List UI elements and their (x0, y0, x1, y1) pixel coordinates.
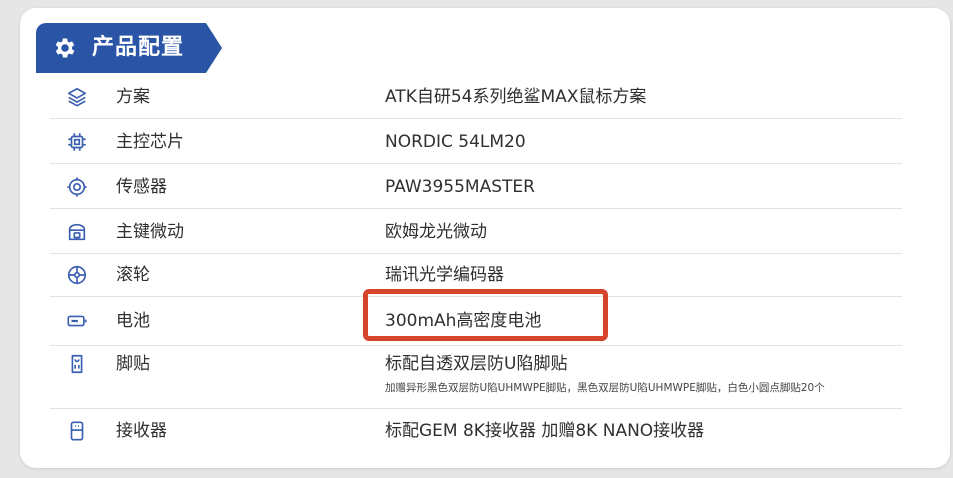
spec-value: NORDIC 54LM20 (385, 132, 526, 152)
spec-row-wheel: 滚轮 瑞讯光学编码器 (40, 264, 902, 286)
section-header-tab: 产品配置 (36, 23, 222, 73)
receiver-icon (70, 421, 84, 441)
row-divider (50, 118, 902, 119)
spec-value: 瑞讯光学编码器 (385, 265, 504, 285)
row-divider (50, 208, 902, 209)
spec-label: 主键微动 (116, 222, 184, 242)
spec-label: 方案 (116, 87, 150, 107)
spec-row-feet: 脚贴 标配自透双层防U陷脚贴 加赠异形黑色双层防U陷UHMWPE脚贴，黑色双层防… (40, 353, 902, 401)
battery-highlight-box (363, 289, 608, 341)
spec-value: ATK自研54系列绝鲨MAX鼠标方案 (385, 87, 647, 107)
spec-label: 传感器 (116, 177, 167, 197)
wheel-icon (67, 265, 87, 285)
sensor-icon (67, 177, 87, 197)
feet-icon (71, 354, 83, 374)
spec-row-sensor: 传感器 PAW3955MASTER (40, 176, 902, 198)
spec-label: 脚贴 (116, 354, 150, 374)
spec-row-chip: 主控芯片 NORDIC 54LM20 (40, 131, 902, 153)
row-divider (50, 163, 902, 164)
row-divider (50, 253, 902, 254)
spec-row-switch: 主键微动 欧姆龙光微动 (40, 221, 902, 243)
section-title: 产品配置 (92, 35, 185, 60)
spec-label: 滚轮 (116, 265, 150, 285)
spec-label: 电池 (116, 311, 150, 331)
gear-icon (55, 38, 75, 58)
spec-note: 加赠异形黑色双层防U陷UHMWPE脚贴，黑色双层防U陷UHMWPE脚贴，白色小圆… (385, 382, 825, 394)
spec-label: 主控芯片 (116, 132, 184, 152)
spec-row-solution: 方案 ATK自研54系列绝鲨MAX鼠标方案 (40, 86, 902, 108)
row-divider (50, 408, 902, 409)
row-divider (50, 345, 902, 346)
spec-value: 标配GEM 8K接收器 加赠8K NANO接收器 (385, 421, 705, 441)
chip-icon (68, 133, 86, 151)
battery-icon (67, 315, 87, 327)
spec-label: 接收器 (116, 421, 167, 441)
spec-value: 欧姆龙光微动 (385, 222, 487, 242)
spec-row-receiver: 接收器 标配GEM 8K接收器 加赠8K NANO接收器 (40, 420, 902, 442)
layers-icon (67, 87, 87, 107)
spec-value: 标配自透双层防U陷脚贴 (385, 354, 568, 374)
spec-value: PAW3955MASTER (385, 177, 535, 197)
switch-icon (68, 223, 86, 241)
